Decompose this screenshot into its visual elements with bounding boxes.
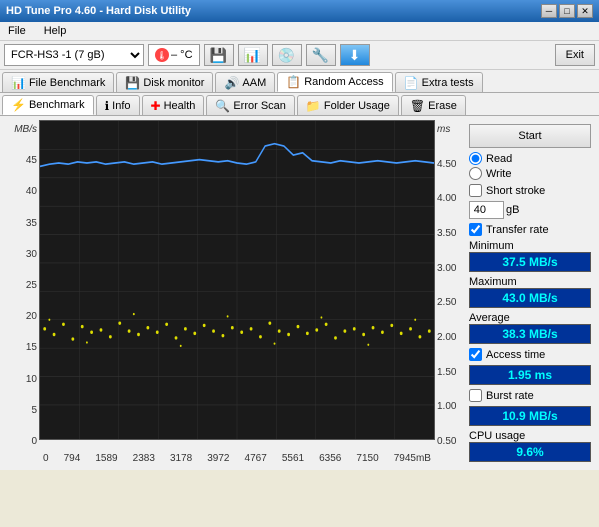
minimum-label: Minimum	[469, 240, 591, 252]
chart-canvas-container	[39, 120, 435, 440]
transfer-rate-checkbox[interactable]: Transfer rate	[469, 223, 591, 236]
erase-icon: 🗑	[410, 99, 425, 113]
maximum-section: Maximum 43.0 MB/s	[469, 276, 591, 308]
y-left-label: MB/s	[14, 124, 37, 135]
menu-file[interactable]: File	[4, 24, 30, 38]
tab-disk-monitor[interactable]: 💾 Disk monitor	[116, 72, 213, 92]
temp-icon: 🌡	[155, 48, 169, 62]
tab-file-benchmark[interactable]: 📊 File Benchmark	[2, 72, 114, 92]
cpu-usage-value: 9.6%	[469, 442, 591, 462]
average-label: Average	[469, 312, 591, 324]
tab-extra-tests[interactable]: 📄 Extra tests	[395, 72, 483, 92]
exit-button[interactable]: Exit	[555, 44, 595, 66]
health-icon: ✚	[151, 99, 161, 113]
tab-erase[interactable]: 🗑 Erase	[401, 95, 466, 115]
right-panel: Start Read Write Short stroke gB	[465, 120, 595, 466]
tab-error-scan[interactable]: 🔍 Error Scan	[206, 95, 295, 115]
minimum-section: Minimum 37.5 MB/s	[469, 240, 591, 272]
access-time-checkbox[interactable]: Access time	[469, 348, 591, 361]
cpu-usage-section: CPU usage 9.6%	[469, 430, 591, 462]
read-radio[interactable]: Read	[469, 152, 591, 165]
tab-health[interactable]: ✚ Health	[142, 95, 205, 115]
chart-wrapper: MB/s 45 40 35 30 25 20 15 10 5 0	[4, 120, 465, 466]
toolbar-btn-4[interactable]: 🔧	[306, 44, 336, 66]
file-benchmark-icon: 📊	[11, 76, 26, 90]
tab-benchmark[interactable]: ⚡ Benchmark	[2, 95, 94, 115]
toolbar-btn-5[interactable]: ⬇	[340, 44, 370, 66]
drive-select[interactable]: FCR-HS3 -1 (7 gB)	[4, 44, 144, 66]
maximize-button[interactable]: □	[559, 4, 575, 18]
toolbar-btn-1[interactable]: 💾	[204, 44, 234, 66]
app-title: HD Tune Pro 4.60 - Hard Disk Utility	[6, 5, 191, 17]
burst-rate-value: 10.9 MB/s	[469, 406, 591, 426]
gb-label: gB	[506, 204, 519, 216]
toolbar-btn-3[interactable]: 💿	[272, 44, 302, 66]
random-access-icon: 📋	[286, 75, 301, 89]
tab-aam[interactable]: 🔊 AAM	[215, 72, 275, 92]
minimum-value: 37.5 MB/s	[469, 252, 591, 272]
chart-inner: MB/s 45 40 35 30 25 20 15 10 5 0	[4, 120, 465, 451]
cpu-usage-label: CPU usage	[469, 430, 591, 442]
extra-tests-icon: 📄	[404, 76, 419, 90]
read-write-group: Read Write	[469, 152, 591, 180]
toolbar: FCR-HS3 -1 (7 gB) 🌡 – °C 💾 📊 💿 🔧 ⬇ Exit	[0, 41, 599, 70]
main-content: MB/s 45 40 35 30 25 20 15 10 5 0	[0, 116, 599, 470]
short-stroke-checkbox[interactable]: Short stroke	[469, 184, 591, 197]
tabs-row-1: 📊 File Benchmark 💾 Disk monitor 🔊 AAM 📋 …	[0, 70, 599, 93]
access-time-value: 1.95 ms	[469, 365, 591, 385]
minimize-button[interactable]: ─	[541, 4, 557, 18]
benchmark-icon: ⚡	[11, 98, 26, 112]
disk-monitor-icon: 💾	[125, 76, 140, 90]
maximum-value: 43.0 MB/s	[469, 288, 591, 308]
title-bar: HD Tune Pro 4.60 - Hard Disk Utility ─ □…	[0, 0, 599, 22]
chart-svg	[40, 121, 434, 439]
tab-random-access[interactable]: 📋 Random Access	[277, 72, 392, 92]
maximum-label: Maximum	[469, 276, 591, 288]
y-axis-left: MB/s 45 40 35 30 25 20 15 10 5 0	[4, 120, 39, 451]
average-value: 38.3 MB/s	[469, 324, 591, 344]
y-axis-right: ms 4.50 4.00 3.50 3.00 2.50 2.00 1.50 1.…	[435, 120, 465, 451]
close-button[interactable]: ✕	[577, 4, 593, 18]
info-icon: ℹ	[105, 99, 110, 113]
menu-help[interactable]: Help	[40, 24, 71, 38]
tabs-row-2: ⚡ Benchmark ℹ Info ✚ Health 🔍 Error Scan…	[0, 93, 599, 116]
tab-info[interactable]: ℹ Info	[96, 95, 140, 115]
write-radio[interactable]: Write	[469, 167, 591, 180]
spinbox-container: gB	[469, 201, 591, 219]
toolbar-btn-2[interactable]: 📊	[238, 44, 268, 66]
temp-value: – °C	[171, 49, 193, 61]
spinbox-input[interactable]	[469, 201, 504, 219]
tab-folder-usage[interactable]: 📁 Folder Usage	[297, 95, 399, 115]
burst-rate-checkbox[interactable]: Burst rate	[469, 389, 591, 402]
y-right-label: ms	[437, 124, 450, 135]
average-section: Average 38.3 MB/s	[469, 312, 591, 344]
folder-usage-icon: 📁	[306, 99, 321, 113]
start-button[interactable]: Start	[469, 124, 591, 148]
aam-icon: 🔊	[224, 76, 239, 90]
menu-bar: File Help	[0, 22, 599, 41]
window-controls: ─ □ ✕	[541, 4, 593, 18]
chart-area: MB/s 45 40 35 30 25 20 15 10 5 0	[4, 120, 595, 466]
error-scan-icon: 🔍	[215, 99, 230, 113]
x-axis: 0 794 1589 2383 3178 3972 4767 5561 6356…	[39, 451, 435, 466]
temperature-display: 🌡 – °C	[148, 44, 200, 66]
